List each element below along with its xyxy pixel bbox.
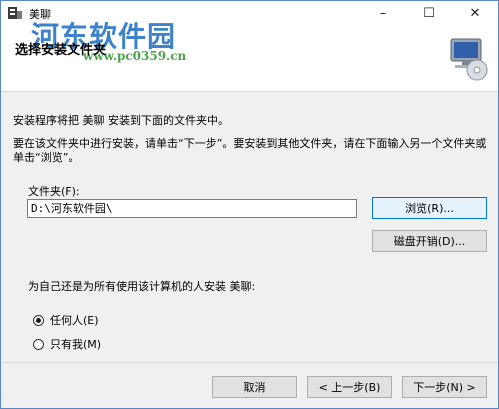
footer-divider bbox=[1, 362, 498, 363]
instruction-text: 要在该文件夹中进行安装，请单击“下一步”。要安装到其他文件夹，请在下面输入另一个… bbox=[13, 137, 487, 164]
maximize-button[interactable]: ☐ bbox=[406, 1, 452, 25]
close-icon: ✕ bbox=[469, 5, 481, 21]
radio-unchecked-icon[interactable] bbox=[33, 338, 44, 350]
installer-app-icon bbox=[8, 7, 22, 19]
cancel-button[interactable]: 取消 bbox=[212, 376, 297, 398]
folder-label: 文件夹(F): bbox=[28, 185, 80, 198]
radio-checked-icon[interactable] bbox=[33, 314, 44, 326]
disk-cost-button[interactable]: 磁盘开销(D)... bbox=[372, 230, 487, 252]
back-button[interactable]: < 上一步(B) bbox=[307, 376, 392, 398]
radio-everyone[interactable]: 任何人(E) bbox=[33, 312, 99, 328]
close-button[interactable]: ✕ bbox=[452, 1, 498, 25]
installer-window: 美聊 – ☐ ✕ 河东软件园 www.pc0359.cn 选择安装文件夹 安装程… bbox=[0, 0, 499, 409]
folder-path-input[interactable]: D:\河东软件园\ bbox=[27, 199, 357, 218]
radio-everyone-label: 任何人(E) bbox=[50, 314, 99, 327]
header-banner: 河东软件园 www.pc0359.cn 选择安装文件夹 bbox=[1, 20, 498, 92]
content-area: 安装程序将把 美聊 安装到下面的文件夹中。 要在该文件夹中进行安装，请单击“下一… bbox=[1, 92, 498, 362]
next-button[interactable]: 下一步(N) > bbox=[402, 376, 487, 398]
radio-just-me[interactable]: 只有我(M) bbox=[33, 336, 101, 352]
computer-cd-icon bbox=[450, 38, 488, 81]
page-title: 选择安装文件夹 bbox=[15, 43, 107, 58]
install-for-label: 为自己还是为所有使用该计算机的人安装 美聊: bbox=[28, 280, 256, 293]
browse-button[interactable]: 浏览(R)... bbox=[372, 197, 487, 219]
maximize-icon: ☐ bbox=[423, 5, 435, 21]
radio-just-me-label: 只有我(M) bbox=[50, 338, 102, 351]
minimize-icon: – bbox=[379, 5, 387, 21]
intro-text: 安装程序将把 美聊 安装到下面的文件夹中。 bbox=[13, 114, 229, 127]
minimize-button[interactable]: – bbox=[360, 1, 406, 25]
